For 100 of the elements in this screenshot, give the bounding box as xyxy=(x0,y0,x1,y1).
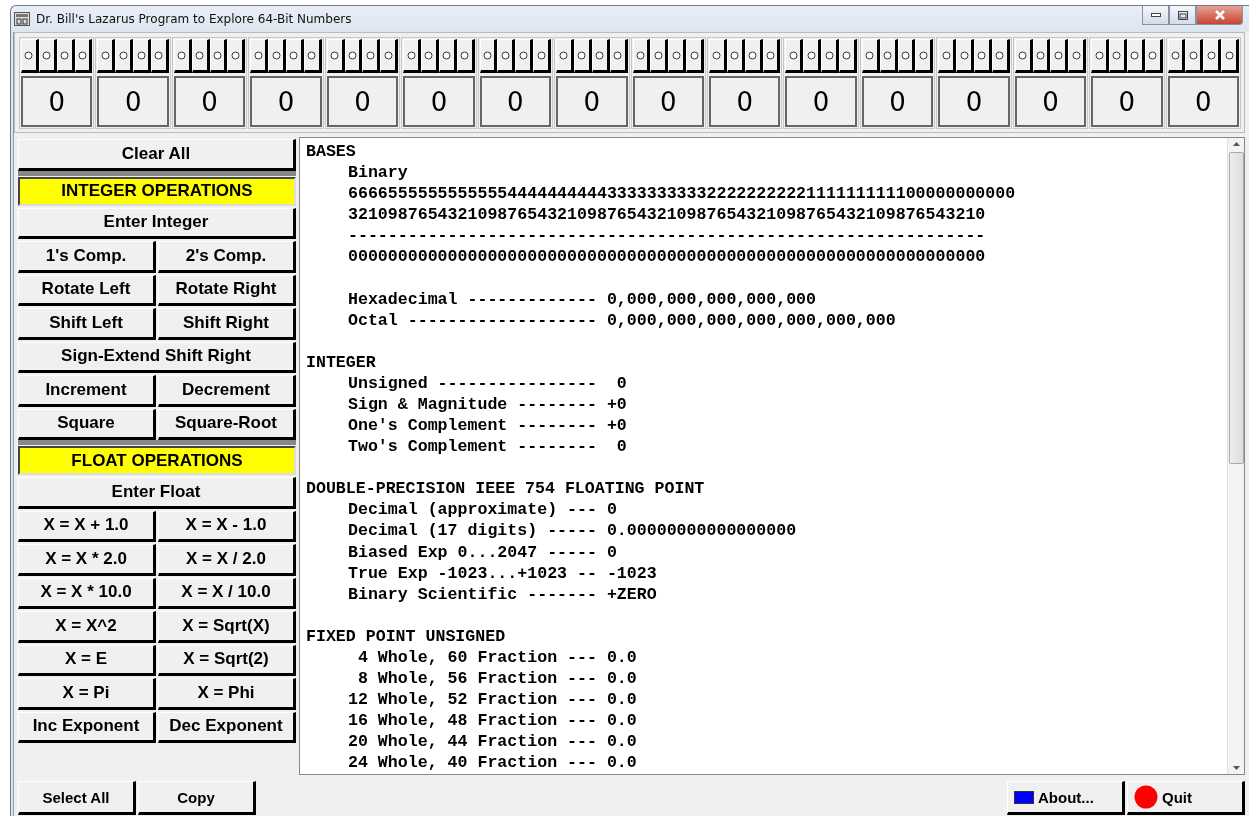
close-button[interactable] xyxy=(1196,6,1243,25)
bit-toggle-button[interactable] xyxy=(938,39,957,73)
operation-button[interactable]: Square xyxy=(18,408,156,440)
bit-toggle-button[interactable] xyxy=(380,39,399,73)
operation-button[interactable]: Inc Exponent xyxy=(18,711,156,743)
bit-toggle-button[interactable] xyxy=(479,39,498,73)
operation-button[interactable]: X = E xyxy=(18,644,156,676)
output-line: 3210987654321098765432109876543210987654321098765432109876543210 xyxy=(347,204,987,226)
hex-digit: 0 xyxy=(632,76,704,127)
output-line: Binary xyxy=(347,162,409,184)
operation-button[interactable]: Enter Float xyxy=(18,477,296,509)
hex-digit: 0 xyxy=(479,76,552,127)
operation-button[interactable]: 2's Comp. xyxy=(158,241,296,273)
bit-toggle-button[interactable] xyxy=(632,39,651,73)
maximize-button[interactable] xyxy=(1169,6,1196,25)
bit-toggle-button[interactable] xyxy=(956,39,974,73)
output-line: 20 Whole, 44 Fraction --- 0.0 xyxy=(347,731,638,753)
operation-button[interactable]: Shift Right xyxy=(158,308,296,340)
bit-toggle-button[interactable] xyxy=(650,39,669,73)
bit-toggle-button[interactable] xyxy=(115,39,134,73)
bit-toggle-button[interactable] xyxy=(421,39,439,73)
operation-button[interactable]: X = X * 10.0 xyxy=(18,577,156,609)
bottom-button[interactable]: About... xyxy=(1007,781,1125,815)
output-heading: BASES xyxy=(306,141,357,163)
bit-toggle-button[interactable] xyxy=(533,39,552,73)
operation-button[interactable]: X = X / 10.0 xyxy=(158,577,296,609)
output-line: 24 Whole, 40 Fraction --- 0.0 xyxy=(347,752,638,774)
output-line: ---------------------------------------------------------------- xyxy=(347,225,987,247)
operation-button[interactable]: X = Pi xyxy=(18,678,156,710)
bit-toggle-button[interactable] xyxy=(151,39,169,73)
operation-button[interactable]: Clear All xyxy=(18,139,296,171)
bit-toggle-button[interactable] xyxy=(1203,39,1222,73)
minimize-button[interactable] xyxy=(1142,6,1169,25)
bit-toggle-button[interactable] xyxy=(1221,39,1239,73)
scroll-up-icon[interactable] xyxy=(1232,142,1240,146)
operation-button[interactable]: 1's Comp. xyxy=(18,241,156,273)
bit-toggle-button[interactable] xyxy=(861,39,880,73)
close-icon xyxy=(1213,10,1226,20)
hex-digit: 0 xyxy=(938,76,1010,127)
bit-toggle-button[interactable] xyxy=(1050,39,1069,73)
operation-button[interactable]: X = X + 1.0 xyxy=(18,510,156,542)
operation-button[interactable]: X = X - 1.0 xyxy=(158,510,296,542)
operation-button[interactable]: X = X * 2.0 xyxy=(18,544,156,576)
bit-toggle-button[interactable] xyxy=(785,39,804,73)
bit-toggle-button[interactable] xyxy=(515,39,534,73)
bit-toggle-button[interactable] xyxy=(227,39,246,73)
operation-button[interactable]: Rotate Right xyxy=(158,274,296,306)
bit-toggle-button[interactable] xyxy=(268,39,287,73)
bit-toggle-button[interactable] xyxy=(686,39,704,73)
hex-digit: 0 xyxy=(1167,76,1239,127)
scroll-down-icon[interactable] xyxy=(1232,766,1240,770)
operation-button[interactable]: Increment xyxy=(18,375,156,407)
bit-toggle-button[interactable] xyxy=(556,39,574,73)
bit-toggle-button[interactable] xyxy=(803,39,822,73)
operation-button[interactable]: Rotate Left xyxy=(18,274,156,306)
operation-button[interactable]: X = Phi xyxy=(158,678,296,710)
output-line: 8 Whole, 56 Fraction --- 0.0 xyxy=(356,667,638,690)
operation-button[interactable]: Decrement xyxy=(158,375,296,407)
bit-toggle-button[interactable] xyxy=(21,39,39,73)
operation-button[interactable]: X = X^2 xyxy=(18,611,156,643)
bit-toggle-button[interactable] xyxy=(708,39,727,73)
bottom-button[interactable]: Quit xyxy=(1127,781,1245,815)
operation-button[interactable]: X = Sqrt(X) xyxy=(158,611,296,643)
bit-toggle-button[interactable] xyxy=(1167,39,1186,73)
bit-toggle-button[interactable] xyxy=(1185,39,1204,73)
bottom-button[interactable]: Copy xyxy=(138,781,256,815)
output-line: One's Complement -------- +0 xyxy=(347,415,628,437)
hex-digit: 0 xyxy=(21,76,93,127)
operation-button[interactable]: Shift Left xyxy=(18,308,156,340)
bit-toggle-button[interactable] xyxy=(362,39,381,73)
operation-button[interactable]: X = X / 2.0 xyxy=(158,544,296,576)
bit-toggle-button[interactable] xyxy=(915,39,934,73)
bit-toggle-button[interactable] xyxy=(1068,39,1087,73)
operation-button[interactable]: X = Sqrt(2) xyxy=(158,644,296,676)
scrollbar[interactable] xyxy=(1227,138,1244,774)
bit-toggle-button[interactable] xyxy=(250,39,269,73)
hex-digit: 0 xyxy=(785,76,857,127)
hex-digit: 0 xyxy=(97,76,169,127)
hex-digit: 0 xyxy=(326,76,399,127)
operation-button[interactable]: Sign-Extend Shift Right xyxy=(18,341,296,373)
output-line: 12 Whole, 52 Fraction --- 0.0 xyxy=(347,689,638,711)
output-line: Binary Scientific ------- +ZERO xyxy=(347,583,658,605)
bit-toggle-button[interactable] xyxy=(1091,39,1109,73)
bit-toggle-button[interactable] xyxy=(1014,39,1033,73)
bit-toggle-button[interactable] xyxy=(133,39,151,73)
bit-toggle-button[interactable] xyxy=(497,39,516,73)
operation-button[interactable]: Square-Root xyxy=(158,408,296,440)
bit-toggle-button[interactable] xyxy=(286,39,304,73)
bottom-button[interactable]: Select All xyxy=(18,781,136,815)
bit-toggle-button[interactable] xyxy=(173,39,192,73)
output-line: 6666555555555555444444444433333333332222222222111111111100000000000 xyxy=(347,183,1017,205)
operation-button[interactable]: Enter Integer xyxy=(18,207,296,239)
output-heading: INTEGER xyxy=(306,351,377,373)
bit-toggle-button[interactable] xyxy=(403,39,422,73)
bit-toggle-button[interactable] xyxy=(668,39,687,73)
bit-toggle-button[interactable] xyxy=(821,39,839,73)
hex-digit: 0 xyxy=(861,76,934,127)
bit-toggle-button[interactable] xyxy=(97,39,116,73)
bit-toggle-button[interactable] xyxy=(326,39,345,73)
operation-button[interactable]: Dec Exponent xyxy=(158,711,296,743)
